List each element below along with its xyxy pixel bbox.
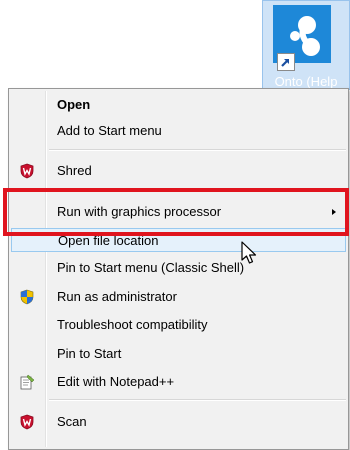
menu-item-scan[interactable]: Scan xyxy=(11,410,346,434)
desktop-shortcut[interactable]: Onto (Help xyxy=(262,0,350,90)
menu-item-label: Shred xyxy=(57,163,92,178)
menu-item-pin-to-start-menu-classic-shell[interactable]: Pin to Start menu (Classic Shell) xyxy=(11,256,346,280)
menu-item-label: Troubleshoot compatibility xyxy=(57,317,208,332)
menu-item-pin-to-start[interactable]: Pin to Start xyxy=(11,342,346,366)
menu-item-label: Open xyxy=(57,97,91,112)
menu-item-run-as-administrator[interactable]: Run as administrator xyxy=(11,285,346,309)
desktop-icon-label: Onto (Help xyxy=(274,74,338,89)
menu-item-label: Add to Start menu xyxy=(57,123,162,138)
menu-item-troubleshoot-compatibility[interactable]: Troubleshoot compatibility xyxy=(11,313,346,337)
context-menu: Open Add to Start menu Shred Run with gr… xyxy=(8,88,349,450)
menu-item-label: Pin to Start xyxy=(57,346,122,361)
shortcut-arrow-icon xyxy=(277,53,295,71)
mouse-cursor-icon xyxy=(241,241,261,267)
notepad-plus-plus-icon xyxy=(19,374,35,390)
menu-item-open[interactable]: Open xyxy=(11,93,346,117)
mcafee-shield-icon xyxy=(19,163,35,179)
annotation-highlight-box xyxy=(3,188,349,236)
menu-separator xyxy=(49,399,346,401)
mcafee-shield-icon xyxy=(19,414,35,430)
menu-item-label: Run as administrator xyxy=(57,289,177,304)
menu-item-edit-with-notepad-plus-plus[interactable]: Edit with Notepad++ xyxy=(11,370,346,394)
menu-item-label: Edit with Notepad++ xyxy=(57,374,175,389)
menu-separator xyxy=(49,149,346,151)
uac-shield-icon xyxy=(19,289,35,305)
menu-item-label: Pin to Start menu (Classic Shell) xyxy=(57,260,245,275)
menu-item-shred[interactable]: Shred xyxy=(11,159,346,183)
menu-item-label: Scan xyxy=(57,414,87,429)
menu-item-add-to-start-menu[interactable]: Add to Start menu xyxy=(11,119,346,143)
